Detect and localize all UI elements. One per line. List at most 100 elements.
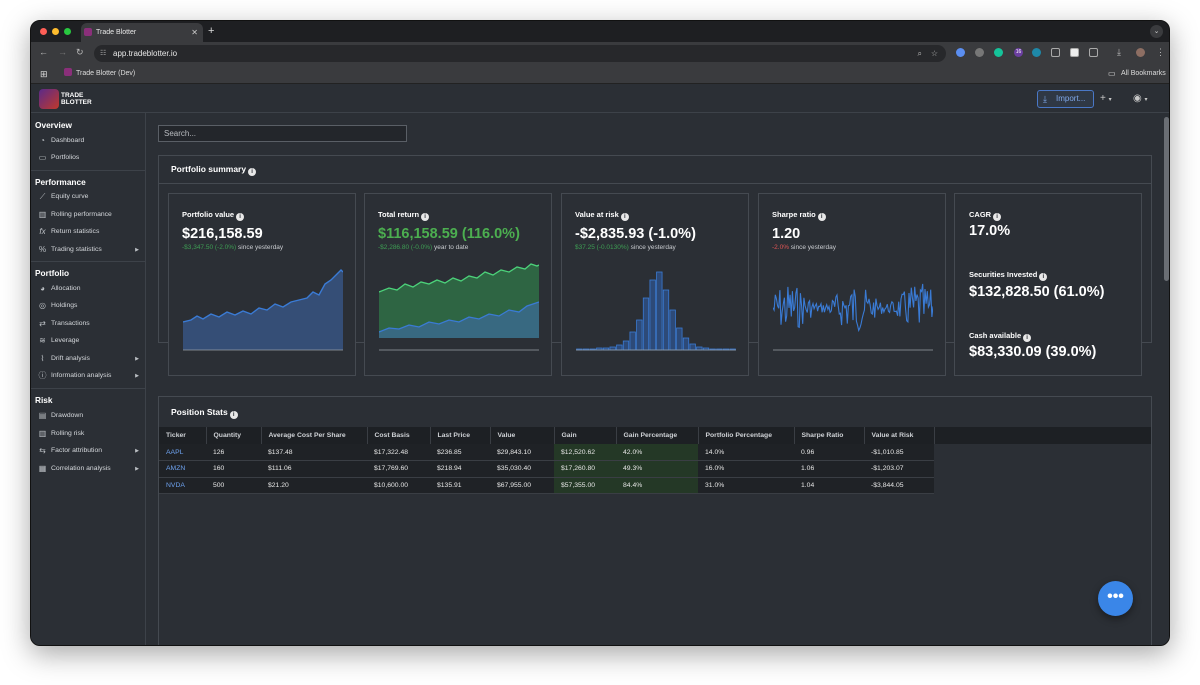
column-header-gain-percentage[interactable]: Gain Percentage bbox=[616, 427, 699, 444]
sidebar-item-trading-statistics[interactable]: % Trading statistics ▶ bbox=[37, 243, 141, 257]
extension-2-icon[interactable] bbox=[975, 48, 984, 57]
histogram-bar bbox=[682, 337, 690, 351]
grid-icon: ▦ bbox=[38, 464, 47, 473]
chevron-right-icon: ▶ bbox=[135, 448, 139, 454]
allocation-card: CAGR i 17.0% Securities Invested i $132,82… bbox=[954, 193, 1142, 376]
extensions-puzzle-icon[interactable] bbox=[1089, 48, 1098, 57]
maximize-window-button[interactable] bbox=[64, 28, 71, 35]
browser-tab[interactable]: Trade Blotter ✕ bbox=[81, 23, 203, 42]
column-header-cost-basis[interactable]: Cost Basis bbox=[367, 427, 431, 444]
apps-grid-icon[interactable]: ⊞ bbox=[40, 64, 48, 84]
notion-icon[interactable] bbox=[1070, 48, 1079, 57]
tab-search-button[interactable]: ⌄ bbox=[1150, 25, 1163, 38]
portfolio-value-chart bbox=[183, 269, 343, 351]
screenshot-icon[interactable] bbox=[1051, 48, 1060, 57]
table-row[interactable]: AMZN 160 $111.06 $17,769.60 $218.94 $35,030.4… bbox=[159, 460, 934, 478]
info-icon[interactable]: i bbox=[229, 411, 238, 419]
total-return-value: $116,158.59 (116.0%) bbox=[378, 226, 520, 242]
table-header-row: Ticker Quantity Average Cost Per Share C… bbox=[159, 427, 935, 444]
cell-ticker[interactable]: AAPL bbox=[159, 444, 206, 461]
cell-cost-basis: $17,769.60 bbox=[367, 460, 430, 478]
back-arrow-icon[interactable]: ← bbox=[39, 47, 48, 57]
sidebar-item-label: Transactions bbox=[51, 320, 90, 327]
user-menu-button[interactable]: ◉ ▾ bbox=[1133, 93, 1148, 106]
sidebar-item-label: Portfolios bbox=[51, 154, 80, 161]
total-return-card: Total return i $116,158.59 (116.0%) -$2,2… bbox=[364, 193, 552, 376]
histogram-bar bbox=[636, 319, 643, 351]
column-header-portfolio-percentage[interactable]: Portfolio Percentage bbox=[698, 427, 795, 444]
column-header-value-at-risk[interactable]: Value at Risk bbox=[864, 427, 935, 444]
column-header-quantity[interactable]: Quantity bbox=[206, 427, 262, 444]
column-header-sharpe-ratio[interactable]: Sharpe Ratio bbox=[794, 427, 865, 444]
sidebar-item-transactions[interactable]: ⇄ Transactions bbox=[37, 317, 141, 331]
download-icon[interactable]: ⤓ bbox=[1117, 47, 1121, 58]
sidebar-item-factor-attribution[interactable]: ⇆ Factor attribution ▶ bbox=[37, 444, 141, 458]
sidebar-item-holdings[interactable]: ◎ Holdings bbox=[37, 299, 141, 313]
cell-last-price: $236.85 bbox=[430, 444, 490, 461]
all-bookmarks-link[interactable]: All Bookmarks bbox=[1121, 64, 1166, 84]
column-header-value[interactable]: Value bbox=[490, 427, 555, 444]
site-settings-icon[interactable]: ☷ bbox=[100, 45, 106, 62]
extension-badge-icon[interactable]: 16 bbox=[1014, 48, 1023, 57]
sidebar-item-leverage[interactable]: ≋ Leverage bbox=[37, 334, 141, 348]
column-header-average-cost[interactable]: Average Cost Per Share bbox=[261, 427, 368, 444]
browser-menu-icon[interactable]: ⋮ bbox=[1156, 47, 1165, 58]
sidebar-item-allocation[interactable]: ◕ Allocation bbox=[37, 282, 141, 296]
layers-icon: ≋ bbox=[39, 336, 46, 345]
trade-blotter-logo[interactable] bbox=[39, 89, 59, 109]
sidebar-item-drift-analysis[interactable]: ⌇ Drift analysis ▶ bbox=[37, 352, 141, 366]
new-tab-button[interactable]: + bbox=[208, 23, 214, 40]
info-icon[interactable]: i bbox=[421, 213, 430, 221]
cell-ticker[interactable]: AMZN bbox=[159, 460, 206, 478]
minimize-window-button[interactable] bbox=[52, 28, 59, 35]
table-row[interactable]: NVDA 500 $21.20 $10,600.00 $135.91 $67,955.00… bbox=[159, 477, 934, 494]
info-icon[interactable]: i bbox=[1023, 334, 1032, 342]
search-input[interactable]: Search... bbox=[158, 125, 407, 142]
table-row[interactable]: AAPL 126 $137.48 $17,322.48 $236.85 $29,843.1… bbox=[159, 444, 934, 461]
column-header-ticker[interactable]: Ticker bbox=[159, 427, 207, 444]
sidebar-item-correlation-analysis[interactable]: ▦ Correlation analysis ▶ bbox=[37, 462, 141, 476]
info-icon[interactable]: i bbox=[620, 213, 629, 221]
sidebar-item-return-statistics[interactable]: fx Return statistics bbox=[37, 225, 141, 239]
info-icon[interactable]: i bbox=[1039, 273, 1048, 281]
tab-close-icon[interactable]: ✕ bbox=[191, 23, 198, 42]
scrollbar[interactable] bbox=[1162, 113, 1169, 645]
sidebar-item-information-analysis[interactable]: ⓘ Information analysis ▶ bbox=[37, 369, 141, 383]
scrollbar-thumb[interactable] bbox=[1164, 117, 1169, 281]
forward-arrow-icon[interactable]: → bbox=[58, 47, 67, 57]
column-header-gain[interactable]: Gain bbox=[554, 427, 617, 444]
add-menu-button[interactable]: + ▾ bbox=[1100, 93, 1112, 106]
profile-avatar-icon[interactable] bbox=[1136, 48, 1145, 57]
info-icon[interactable]: i bbox=[236, 213, 245, 221]
close-window-button[interactable] bbox=[40, 28, 47, 35]
address-bar[interactable]: ☷ app.tradeblotter.io ⌕ ☆ bbox=[94, 45, 946, 62]
sidebar-section-risk: Risk bbox=[35, 395, 53, 405]
bookmark-star-icon[interactable]: ☆ bbox=[931, 45, 938, 62]
reload-icon[interactable]: ↻ bbox=[76, 47, 84, 58]
cell-gain: $12,520.62 bbox=[554, 444, 616, 461]
sidebar-item-portfolios[interactable]: ▭ Portfolios bbox=[37, 151, 141, 165]
sidebar-item-equity-curve[interactable]: ⟋ Equity curve bbox=[37, 190, 141, 204]
sidebar-item-dashboard[interactable]: ◔ Dashboard bbox=[37, 134, 141, 148]
sidebar-item-label: Return statistics bbox=[51, 228, 100, 235]
sidebar-divider bbox=[31, 261, 146, 262]
info-icon[interactable]: i bbox=[993, 213, 1002, 221]
react-devtools-icon[interactable] bbox=[1032, 48, 1041, 57]
column-header-last-price[interactable]: Last Price bbox=[430, 427, 491, 444]
address-toolbar: ← → ↻ ☷ app.tradeblotter.io ⌕ ☆ 16 ⤓ ⋮ bbox=[31, 42, 1169, 64]
import-button[interactable]: ⤓ Import... bbox=[1037, 90, 1094, 108]
extension-1-icon[interactable] bbox=[956, 48, 965, 57]
sidebar-item-drawdown[interactable]: ▤ Drawdown bbox=[37, 409, 141, 423]
info-icon[interactable]: i bbox=[817, 213, 826, 221]
cash-label: Cash available i bbox=[969, 331, 1032, 342]
total-return-chart bbox=[379, 263, 539, 351]
chat-support-button[interactable]: ••• bbox=[1098, 581, 1133, 616]
cell-ticker[interactable]: NVDA bbox=[159, 477, 206, 494]
grammarly-icon[interactable] bbox=[994, 48, 1003, 57]
sidebar-item-rolling-performance[interactable]: ▥ Rolling performance bbox=[37, 208, 141, 222]
sidebar-item-rolling-risk[interactable]: ▥ Rolling risk bbox=[37, 427, 141, 441]
panel-title: Portfolio summary i bbox=[171, 164, 257, 176]
bookmark-trade-blotter-dev[interactable]: Trade Blotter (Dev) bbox=[76, 64, 135, 84]
zoom-icon[interactable]: ⌕ bbox=[918, 45, 922, 62]
info-icon[interactable]: i bbox=[248, 168, 257, 176]
